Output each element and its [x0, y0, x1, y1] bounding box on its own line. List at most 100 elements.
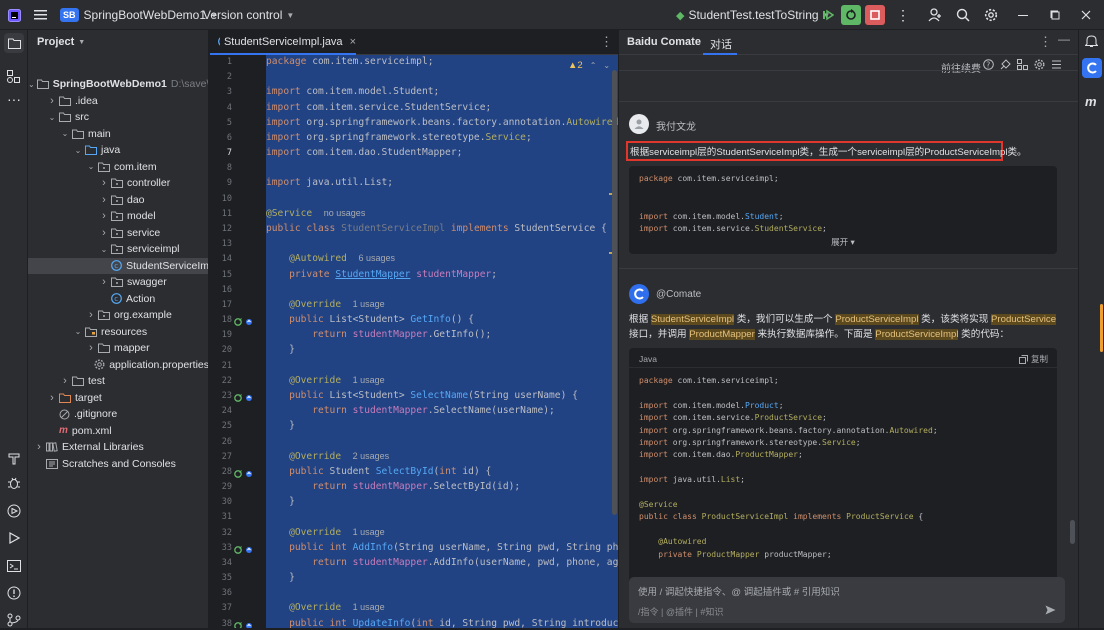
- chevron-down-icon[interactable]: ⌄: [47, 113, 57, 122]
- editor-tab[interactable]: c StudentServiceImpl.java ×: [210, 30, 356, 55]
- chevron-right-icon[interactable]: ›: [60, 375, 70, 387]
- chat-scrollbar[interactable]: [1070, 520, 1075, 544]
- chevron-down-icon[interactable]: ⌄: [99, 245, 109, 254]
- chevron-right-icon[interactable]: ›: [47, 95, 57, 107]
- tree-item[interactable]: › External Libraries: [28, 439, 208, 455]
- chevron-down-icon[interactable]: ⌄: [28, 80, 35, 89]
- layout-icon[interactable]: [1017, 59, 1028, 70]
- debug-bug-icon[interactable]: [7, 476, 21, 493]
- editor-scrollbar[interactable]: [612, 70, 617, 515]
- tree-item[interactable]: c Action: [28, 291, 208, 307]
- add-user-icon[interactable]: [928, 0, 942, 30]
- chevron-right-icon[interactable]: ›: [99, 276, 109, 288]
- chevron-right-icon[interactable]: ›: [99, 227, 109, 239]
- more-actions-icon[interactable]: ⋮: [896, 0, 910, 30]
- chevron-up-icon[interactable]: ⌃: [590, 61, 597, 70]
- maven-tool-icon[interactable]: m: [1085, 94, 1097, 109]
- run-icon[interactable]: [7, 531, 21, 548]
- tree-item[interactable]: › org.example: [28, 307, 208, 323]
- main-menu-icon[interactable]: [34, 0, 48, 30]
- close-tab-icon[interactable]: ×: [350, 36, 356, 48]
- tree-item[interactable]: › test: [28, 373, 208, 389]
- tree-item[interactable]: ⌄ src: [28, 109, 208, 125]
- chat-more-icon[interactable]: ⋮: [1039, 34, 1052, 50]
- chevron-down-icon[interactable]: ⌄: [60, 129, 70, 138]
- version-control-menu[interactable]: Version control ▼: [203, 0, 294, 30]
- chevron-down-icon[interactable]: ⌄: [86, 162, 96, 171]
- settings-gear-icon[interactable]: [984, 0, 998, 30]
- code-area[interactable]: package com.item.serviceimpl; import com.…: [266, 55, 618, 628]
- tree-item[interactable]: ⌄ SpringBootWebDemo1 D:\save\st: [28, 76, 208, 92]
- notifications-bell-icon[interactable]: [1084, 34, 1099, 51]
- tab-options-icon[interactable]: ⋮: [600, 34, 613, 50]
- git-icon[interactable]: [7, 613, 21, 630]
- more-tools-icon[interactable]: ···: [7, 92, 21, 106]
- tree-item[interactable]: › controller: [28, 175, 208, 191]
- tree-item[interactable]: › model: [28, 208, 208, 224]
- tree-item[interactable]: › mapper: [28, 340, 208, 356]
- tree-item[interactable]: .gitignore: [28, 406, 208, 422]
- implementation-gutter-icon[interactable]: [234, 544, 256, 558]
- tree-item[interactable]: › service: [28, 225, 208, 241]
- run-coverage-icon[interactable]: [822, 0, 834, 30]
- implementation-gutter-icon[interactable]: [234, 468, 256, 482]
- tree-item[interactable]: m pom.xml: [28, 423, 208, 439]
- tree-item[interactable]: › target: [28, 390, 208, 406]
- terminal-icon[interactable]: [7, 559, 21, 576]
- chevron-down-icon[interactable]: ⌄: [73, 327, 83, 336]
- project-selector[interactable]: SB SpringBootWebDemo1 ▼: [60, 0, 218, 30]
- run-config-selector[interactable]: ◆ StudentTest.testToString ▼: [676, 0, 830, 30]
- chevron-right-icon[interactable]: ›: [86, 342, 96, 354]
- comate-tool-icon[interactable]: [1082, 58, 1102, 78]
- gear-icon[interactable]: [1034, 59, 1045, 70]
- chevron-right-icon[interactable]: ›: [99, 194, 109, 206]
- chat-input-placeholder[interactable]: 使用 / 调起快捷指令、@ 调起插件或 # 引用知识: [638, 584, 840, 598]
- stop-button[interactable]: [865, 0, 885, 30]
- expand-button[interactable]: 展开 ▾: [629, 236, 1057, 248]
- history-list-icon[interactable]: [1051, 59, 1062, 70]
- renew-link[interactable]: 前往续费: [941, 60, 981, 75]
- rerun-button[interactable]: [841, 0, 861, 30]
- tree-item[interactable]: ⌄ java: [28, 142, 208, 158]
- tree-item[interactable]: › swagger: [28, 274, 208, 290]
- search-icon[interactable]: [956, 0, 970, 30]
- chevron-down-icon[interactable]: ⌄: [603, 61, 610, 70]
- implementation-gutter-icon[interactable]: [234, 392, 256, 406]
- tree-item[interactable]: ⌄ com.item: [28, 159, 208, 175]
- structure-tool-icon[interactable]: [7, 70, 20, 86]
- tree-item[interactable]: ⌄ main: [28, 126, 208, 142]
- chat-input-box[interactable]: 使用 / 调起快捷指令、@ 调起插件或 # 引用知识 /指令 | @插件 | #…: [629, 577, 1065, 623]
- tree-item[interactable]: ⌄ resources: [28, 324, 208, 340]
- line-number: 38: [221, 618, 232, 628]
- chevron-right-icon[interactable]: ›: [34, 441, 44, 453]
- chevron-right-icon[interactable]: ›: [47, 392, 57, 404]
- tree-item[interactable]: application.properties: [28, 357, 208, 373]
- send-icon[interactable]: [1045, 605, 1056, 615]
- chevron-right-icon[interactable]: ›: [99, 210, 109, 222]
- problems-icon[interactable]: [7, 586, 21, 603]
- chevron-right-icon[interactable]: ›: [99, 177, 109, 189]
- tree-item[interactable]: ⌄ serviceimpl: [28, 241, 208, 257]
- tree-item[interactable]: › .idea: [28, 93, 208, 109]
- restore-icon[interactable]: [1050, 0, 1060, 30]
- inspection-widget[interactable]: ▲2 ⌃ ⌄: [564, 57, 615, 74]
- copy-button[interactable]: 复制: [1019, 353, 1048, 365]
- plugin-icon[interactable]: [1000, 59, 1011, 70]
- tree-item[interactable]: › dao: [28, 192, 208, 208]
- implementation-gutter-icon[interactable]: [234, 620, 256, 628]
- close-icon[interactable]: [1081, 0, 1091, 30]
- services-icon[interactable]: [7, 504, 21, 521]
- minimize-icon[interactable]: [1018, 0, 1028, 30]
- tree-item[interactable]: Scratches and Consoles: [28, 456, 208, 472]
- app-logo-icon[interactable]: [8, 0, 22, 30]
- chevron-right-icon[interactable]: ›: [86, 309, 96, 321]
- tab-dialog[interactable]: 对话: [710, 36, 732, 52]
- project-tool-icon[interactable]: [4, 33, 24, 53]
- chevron-down-icon[interactable]: ⌄: [73, 146, 83, 155]
- project-panel-header[interactable]: Project ▼: [37, 36, 85, 48]
- minimize-panel-icon[interactable]: —: [1058, 32, 1070, 46]
- tree-item[interactable]: c StudentServiceIm: [28, 257, 208, 274]
- help-icon[interactable]: ?: [983, 59, 994, 70]
- implementation-gutter-icon[interactable]: [234, 316, 256, 330]
- hammer-build-icon[interactable]: [7, 451, 21, 468]
